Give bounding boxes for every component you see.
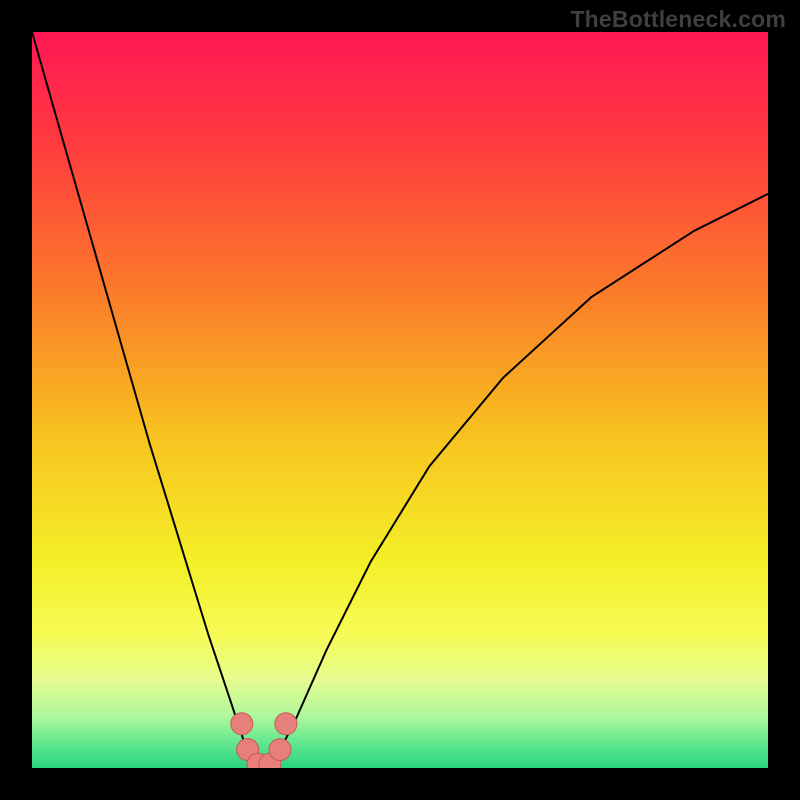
valley-marker bbox=[269, 739, 291, 761]
plot-area bbox=[32, 32, 768, 768]
bottleneck-chart bbox=[32, 32, 768, 768]
watermark-text: TheBottleneck.com bbox=[570, 6, 786, 33]
valley-marker bbox=[231, 713, 253, 735]
chart-background bbox=[32, 32, 768, 768]
valley-marker bbox=[275, 713, 297, 735]
frame: TheBottleneck.com bbox=[0, 0, 800, 800]
